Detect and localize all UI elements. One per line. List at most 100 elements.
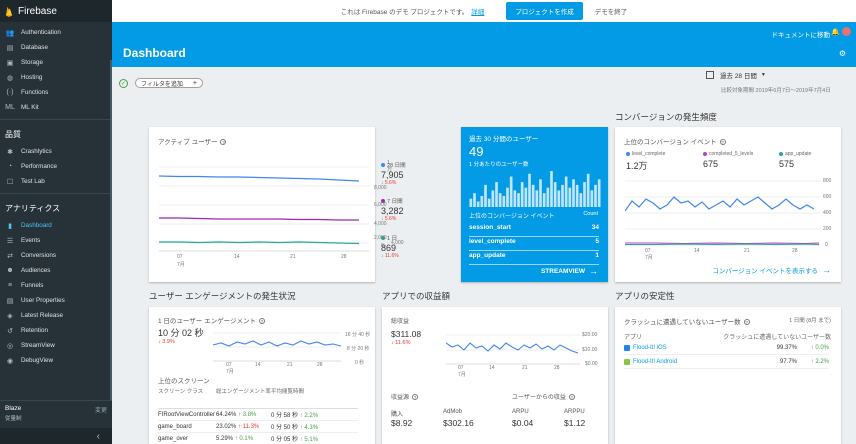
realtime-bar [491,190,495,207]
sidebar-item-label: Funnels [21,282,44,289]
add-filter-button[interactable]: フィルタを追加 + [135,78,203,88]
table-row[interactable]: Flood-It! Android 97.7% ↑ 2.2% [624,356,829,369]
realtime-bar-chart [469,171,601,207]
y-tick: 16 分 40 秒 [345,332,371,338]
realtime-bar [495,182,498,207]
sidebar-item-authentication[interactable]: 👥 Authentication [0,25,112,40]
sidebar-item-events[interactable]: ☰ Events [0,233,112,248]
engagement-card: 1 日のユーザー エンゲージメント? 10 分 02 秒 ↓ 3.9% 16 分… [149,307,375,444]
realtime-row: level_complete 5 [469,238,599,251]
test-lab-icon: ☐ [6,178,14,186]
sidebar-item-debugview[interactable]: ◉ DebugView [0,353,112,368]
exit-demo-button[interactable]: デモを終了 [595,6,628,16]
sidebar-item-streamview[interactable]: ◎ StreamView [0,338,112,353]
arpu-label: ARPU [512,409,529,415]
sidebar-scrollbar[interactable] [110,60,112,400]
table-row[interactable]: Flood-It! iOS 99.37% ↑ 0.0% [624,342,829,355]
realtime-bar [480,195,484,207]
top-screens-title: 上位のスクリーン [158,378,210,385]
sidebar-item-label: DebugView [21,357,54,364]
x-tick: 21 [522,365,528,371]
stability-period: 1 日間 (8月 まで) [789,318,831,324]
sidebar-item-user-properties[interactable]: ▤ User Properties [0,293,112,308]
collapse-sidebar-button[interactable]: ‹ [0,428,112,444]
check-circle-icon: ✓ [119,79,128,88]
x-month: 7月 [645,255,653,261]
sidebar-item-dashboard[interactable]: ▮ Dashboard [0,218,112,233]
y-tick: 600 [823,194,832,200]
table-row[interactable]: FIRootViewController 64.24% ↑ 3.8% 0 分 5… [158,409,358,421]
col-header: スクリーン クラス [158,389,204,395]
sidebar-item-label: Events [21,237,41,244]
sidebar-item-label: Authentication [21,29,61,36]
brand-name: Firebase [18,5,57,17]
create-project-button[interactable]: プロジェクトを作成 [506,2,583,20]
page-title: Dashboard [123,46,186,60]
table-row[interactable]: game_over 5.29% ↑ 0.1% 0 分 05 秒 ↑ 5.1% [158,433,358,444]
realtime-row: app_update 1 [469,252,599,265]
sidebar-item-hosting[interactable]: ◍ Hosting [0,70,112,85]
crashlytics-icon: ✱ [7,148,13,156]
y-tick-2000: 2,000 [374,235,387,241]
y-tick-8000: 8,000 [374,185,387,191]
y-tick: 4,000 [391,240,404,246]
calendar-icon [706,71,714,79]
date-range-select[interactable]: 過去 28 日間 ▼ [706,70,766,80]
debugview-icon: ◉ [6,357,14,365]
sidebar-item-crashlytics[interactable]: ✱ Crashlytics [0,144,112,159]
sidebar-item-performance[interactable]: ◔ Performance [0,159,112,174]
plan-change-link[interactable]: 変更 [95,405,107,424]
realtime-bar [575,184,579,207]
sidebar-item-funnels[interactable]: ≡ Funnels [0,278,112,293]
realtime-users-card[interactable]: 過去 30 分間のユーザー 49 1 分あたりのユーザー数 上位のコンバージョン… [461,127,608,282]
sidebar-item-label: ML Kit [21,104,39,111]
sidebar-item-retention[interactable]: ↺ Retention [0,323,112,338]
help-icon[interactable]: ? [412,394,419,400]
x-tick: 14 [489,365,495,371]
sidebar-item-label: Retention [21,327,48,334]
sidebar-item-test-lab[interactable]: ☐ Test Lab [0,174,112,189]
revenue-chart [446,334,580,365]
realtime-row: session_start 34 [469,224,599,237]
sidebar-item-functions[interactable]: (·) Functions [0,85,112,100]
realtime-bar [586,173,590,207]
active-users-chart [159,166,369,252]
sidebar-item-ml-kit[interactable]: ML ML Kit [0,100,112,115]
bar-chart-icon: ▮ [8,222,12,230]
sidebar-item-label: Test Lab [21,178,45,185]
help-icon[interactable]: ? [568,394,575,400]
sidebar-item-audiences[interactable]: ☻ Audiences [0,263,112,278]
funnels-icon: ≡ [7,282,13,289]
legend-item: 1 日 869 ↓ 11.6% [381,236,399,259]
realtime-bar [594,184,597,207]
sidebar-item-latest-release[interactable]: ◈ Latest Release [0,308,112,323]
sidebar-item-conversions[interactable]: ⇄ Conversions [0,248,112,263]
details-link[interactable]: 詳細 [471,6,484,16]
table-header: スクリーン クラス 総エンゲージメント率 平均閲覧時間 [158,387,358,409]
realtime-bar [484,184,487,207]
compare-period: 比較対象期間 2019年6月7日～2019年7月4日 [721,88,831,94]
streamview-link[interactable]: STREAMVIEW → [541,266,598,276]
bell-icon[interactable]: 🔔 [831,28,840,36]
realtime-bar [539,179,542,207]
x-tick: 28 [341,254,347,260]
avatar[interactable] [842,27,851,36]
help-icon[interactable]: ? [743,319,750,325]
realtime-bar [506,187,509,207]
functions-icon: (·) [6,89,14,96]
tune-icon[interactable]: ⚙ [839,49,846,58]
docs-link[interactable]: ドキュメントに移動 [772,29,831,39]
view-conversions-link[interactable]: コンバージョン イベントを表示する → [712,265,831,275]
help-icon[interactable]: ? [220,139,227,145]
total-revenue-label: 総収益 [391,319,410,325]
help-icon[interactable]: ? [719,139,726,145]
firebase-brand[interactable]: Firebase [0,0,112,22]
realtime-bar [564,176,568,207]
sidebar-item-database[interactable]: ▤ Database [0,40,112,55]
sidebar-item-storage[interactable]: ▣ Storage [0,55,112,70]
realtime-bar [476,201,480,207]
help-icon[interactable]: ? [258,318,265,324]
table-row[interactable]: game_board 23.02% ↑ 11.3% 0 分 50 秒 ↑ 4.3… [158,421,358,433]
y-tick: 400 [823,210,832,216]
ml-kit-icon: ML [5,104,15,111]
